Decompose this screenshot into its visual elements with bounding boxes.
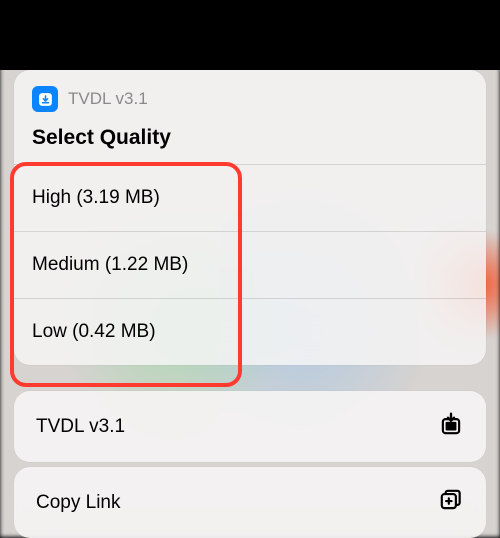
quality-options-list: High (3.19 MB) Medium (1.22 MB) Low (0.4…	[14, 164, 486, 365]
action-tvdl[interactable]: TVDL v3.1	[14, 391, 486, 462]
screen: TVDL v3.1 Select Quality High (3.19 MB) …	[0, 0, 500, 537]
quality-option-low[interactable]: Low (0.42 MB)	[14, 298, 486, 365]
sheet-title: Select Quality	[14, 120, 486, 164]
action-copy-link-label: Copy Link	[36, 492, 121, 514]
quality-option-medium[interactable]: Medium (1.22 MB)	[14, 231, 486, 298]
copy-plus-icon	[438, 487, 464, 518]
download-square-icon	[438, 411, 464, 442]
top-background	[0, 0, 500, 70]
app-title: TVDL v3.1	[68, 89, 148, 109]
app-download-icon	[32, 86, 58, 112]
quality-sheet: TVDL v3.1 Select Quality High (3.19 MB) …	[14, 70, 486, 365]
sheet-header: TVDL v3.1	[14, 70, 486, 120]
action-copy-link[interactable]: Copy Link	[14, 467, 486, 538]
quality-option-high[interactable]: High (3.19 MB)	[14, 164, 486, 231]
action-tvdl-label: TVDL v3.1	[36, 416, 125, 438]
